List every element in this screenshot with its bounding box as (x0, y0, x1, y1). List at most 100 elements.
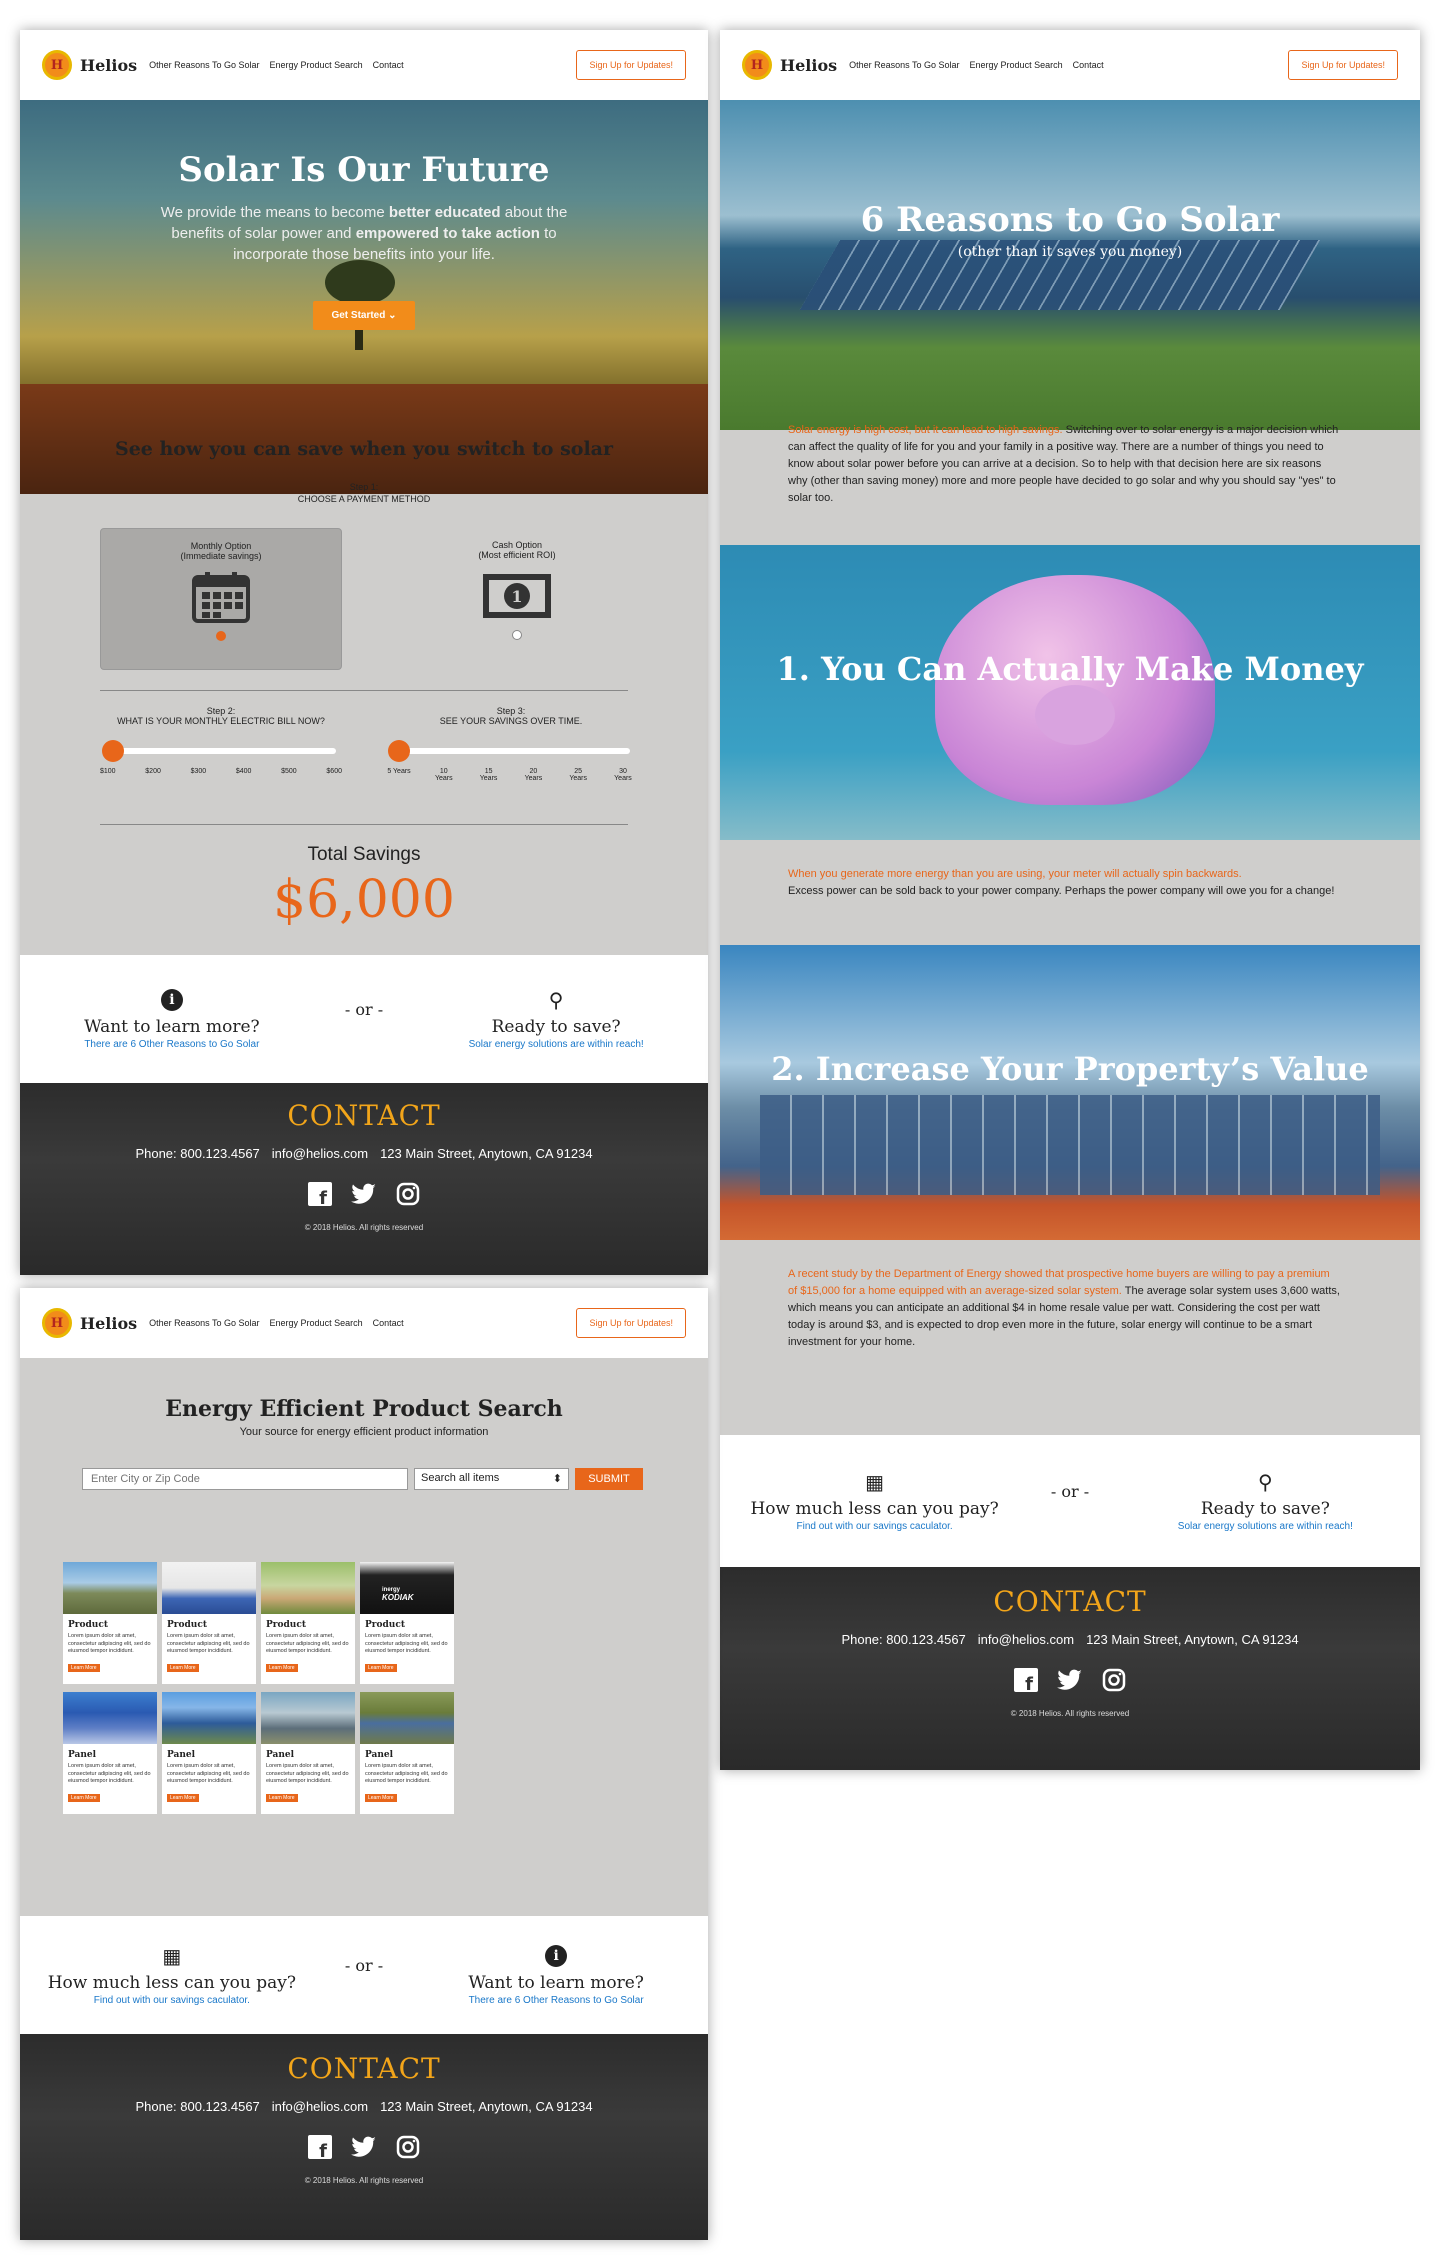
contact-address: 123 Main Street, Anytown, CA 91234 (380, 2099, 593, 2114)
years-slider-ticks: 5 Years 10 Years 15 Years 20 Years 25 Years 3… (387, 768, 632, 782)
lamp-product-image[interactable] (162, 1562, 256, 1614)
location-search-input[interactable] (82, 1468, 408, 1490)
cta-right-link[interactable]: There are 6 Other Reasons to Go Solar (425, 1995, 686, 2006)
product-card[interactable]: Product Lorem ipsum dolor sit amet, conse… (63, 1562, 157, 1684)
cta-left-link[interactable]: There are 6 Other Reasons to Go Solar (41, 1039, 302, 1050)
learn-more-button[interactable]: Learn More (266, 1793, 298, 1802)
cta-left-title: How much less can you pay? (750, 1499, 999, 1519)
helios-logo-icon[interactable]: H (42, 50, 72, 80)
get-started-button[interactable]: Get Started ⌄ (313, 301, 415, 330)
cta-left-link[interactable]: Find out with our savings caculator. (41, 1995, 302, 2006)
reason-2-title: 2. Increase Your Property’s Value (771, 1050, 1369, 1088)
twitter-icon[interactable] (1057, 1667, 1083, 1693)
years-slider-knob[interactable] (388, 740, 410, 762)
product-card[interactable]: inergy KODIAK Product Lorem ipsum dolor sit… (360, 1562, 454, 1684)
kodiak-product-image[interactable]: inergy KODIAK (360, 1562, 454, 1614)
brand-name[interactable]: Helios (80, 56, 137, 75)
search-page-title: Energy Efficient Product Search (165, 1396, 563, 1422)
learn-more-button[interactable]: Learn More (167, 1793, 199, 1802)
learn-more-button[interactable]: Learn More (68, 1793, 100, 1802)
small-product-image[interactable] (261, 1692, 355, 1744)
facebook-icon[interactable]: f (307, 1181, 333, 1207)
panel-card[interactable]: Panel Lorem ipsum dolor sit amet, consect… (63, 1692, 157, 1814)
cash-option-card[interactable]: Cash Option (Most efficient ROI) 1 (396, 528, 638, 670)
product-card[interactable]: Product Lorem ipsum dolor sit amet, conse… (162, 1562, 256, 1684)
ready-to-save-cta[interactable]: ⚲ Ready to save? Solar energy solutions … (425, 988, 686, 1050)
field-product-image[interactable] (360, 1692, 454, 1744)
signup-button[interactable]: Sign Up for Updates! (1288, 50, 1398, 80)
bill-slider-knob[interactable] (102, 740, 124, 762)
chair-product-image[interactable] (261, 1562, 355, 1614)
contact-email[interactable]: info@helios.com (272, 1146, 368, 1161)
array-product-image[interactable] (162, 1692, 256, 1744)
cta-band: ▦ How much less can you pay? Find out wi… (20, 1916, 708, 2034)
nav-link-product-search[interactable]: Energy Product Search (270, 1318, 363, 1328)
cta-right-link[interactable]: Solar energy solutions are within reach! (1132, 1521, 1398, 1532)
signup-button[interactable]: Sign Up for Updates! (576, 1308, 686, 1338)
cash-radio[interactable] (512, 630, 522, 640)
panel-card[interactable]: Panel Lorem ipsum dolor sit amet, consect… (162, 1692, 256, 1814)
calculator-cta[interactable]: ▦ How much less can you pay? Find out wi… (742, 1470, 1008, 1532)
product-title: Panel (266, 1750, 295, 1760)
facebook-icon[interactable]: f (1013, 1667, 1039, 1693)
cash-option-sub: (Most efficient ROI) (478, 550, 556, 560)
reason-1-paragraph: When you generate more energy than you a… (788, 868, 1335, 897)
copyright: © 2018 Helios. All rights reserved (304, 2176, 424, 2185)
nav-link-product-search[interactable]: Energy Product Search (970, 60, 1063, 70)
category-select[interactable]: Search all items ⬍ (414, 1468, 569, 1490)
contact-phone[interactable]: Phone: 800.123.4567 (841, 1632, 965, 1647)
nav-link-contact[interactable]: Contact (373, 1318, 404, 1328)
nav-link-product-search[interactable]: Energy Product Search (270, 60, 363, 70)
panel-card[interactable]: Panel Lorem ipsum dolor sit amet, consect… (360, 1692, 454, 1814)
nav-link-reasons[interactable]: Other Reasons To Go Solar (149, 60, 259, 70)
bill-slider-ticks: $100 $200 $300 $400 $500 $600 (100, 768, 342, 775)
nav-link-contact[interactable]: Contact (1073, 60, 1104, 70)
submit-button[interactable]: SUBMIT (575, 1468, 643, 1490)
ready-to-save-cta[interactable]: ⚲ Ready to save? Solar energy solutions … (1132, 1470, 1398, 1532)
bill-slider[interactable] (102, 740, 336, 762)
brand-name[interactable]: Helios (80, 1314, 137, 1333)
cta-left-link[interactable]: Find out with our savings caculator. (742, 1521, 1008, 1532)
monthly-option-card[interactable]: Monthly Option (Immediate savings) (100, 528, 342, 670)
nav-link-reasons[interactable]: Other Reasons To Go Solar (849, 60, 959, 70)
instagram-icon[interactable] (395, 1181, 421, 1207)
nav-link-reasons[interactable]: Other Reasons To Go Solar (149, 1318, 259, 1328)
contact-footer: CONTACT Phone: 800.123.4567 info@helios.c… (720, 1567, 1420, 1770)
learn-more-button[interactable]: Learn More (266, 1663, 298, 1672)
signup-button[interactable]: Sign Up for Updates! (576, 50, 686, 80)
learn-more-button[interactable]: Learn More (68, 1663, 100, 1672)
contact-phone[interactable]: Phone: 800.123.4567 (135, 2099, 259, 2114)
calculator-cta[interactable]: ▦ How much less can you pay? Find out wi… (41, 1944, 302, 2006)
learn-more-cta[interactable]: i Want to learn more? There are 6 Other … (41, 988, 302, 1050)
learn-more-cta[interactable]: i Want to learn more? There are 6 Other … (425, 1944, 686, 2006)
twitter-icon[interactable] (351, 1181, 377, 1207)
cta-or: - or - (344, 1955, 384, 1975)
contact-phone[interactable]: Phone: 800.123.4567 (135, 1146, 259, 1161)
learn-more-button[interactable]: Learn More (365, 1663, 397, 1672)
learn-more-button[interactable]: Learn More (365, 1793, 397, 1802)
contact-email[interactable]: info@helios.com (272, 2099, 368, 2114)
cta-left-title: Want to learn more? (84, 1016, 260, 1037)
twitter-icon[interactable] (351, 2134, 377, 2160)
bike-product-image[interactable] (63, 1562, 157, 1614)
cta-right-link[interactable]: Solar energy solutions are within reach! (425, 1039, 686, 1050)
instagram-icon[interactable] (395, 2134, 421, 2160)
instagram-icon[interactable] (1101, 1667, 1127, 1693)
brand-name[interactable]: Helios (780, 56, 837, 75)
panel-card[interactable]: Panel Lorem ipsum dolor sit amet, consect… (261, 1692, 355, 1814)
product-description: Lorem ipsum dolor sit amet, consectetur … (68, 1763, 151, 1784)
product-title: Panel (167, 1750, 196, 1760)
contact-email[interactable]: info@helios.com (978, 1632, 1074, 1647)
reasons-title: 6 Reasons to Go Solar (860, 200, 1280, 240)
nav-link-contact[interactable]: Contact (373, 60, 404, 70)
product-title: Panel (365, 1750, 394, 1760)
learn-more-button[interactable]: Learn More (167, 1663, 199, 1672)
years-slider[interactable] (388, 740, 630, 762)
helios-logo-icon[interactable]: H (42, 1308, 72, 1338)
monthly-radio[interactable] (216, 631, 226, 641)
product-card[interactable]: Product Lorem ipsum dolor sit amet, conse… (261, 1562, 355, 1684)
contact-heading: CONTACT (993, 1585, 1147, 1618)
facebook-icon[interactable]: f (307, 2134, 333, 2160)
helios-logo-icon[interactable]: H (742, 50, 772, 80)
roof-product-image[interactable] (63, 1692, 157, 1744)
